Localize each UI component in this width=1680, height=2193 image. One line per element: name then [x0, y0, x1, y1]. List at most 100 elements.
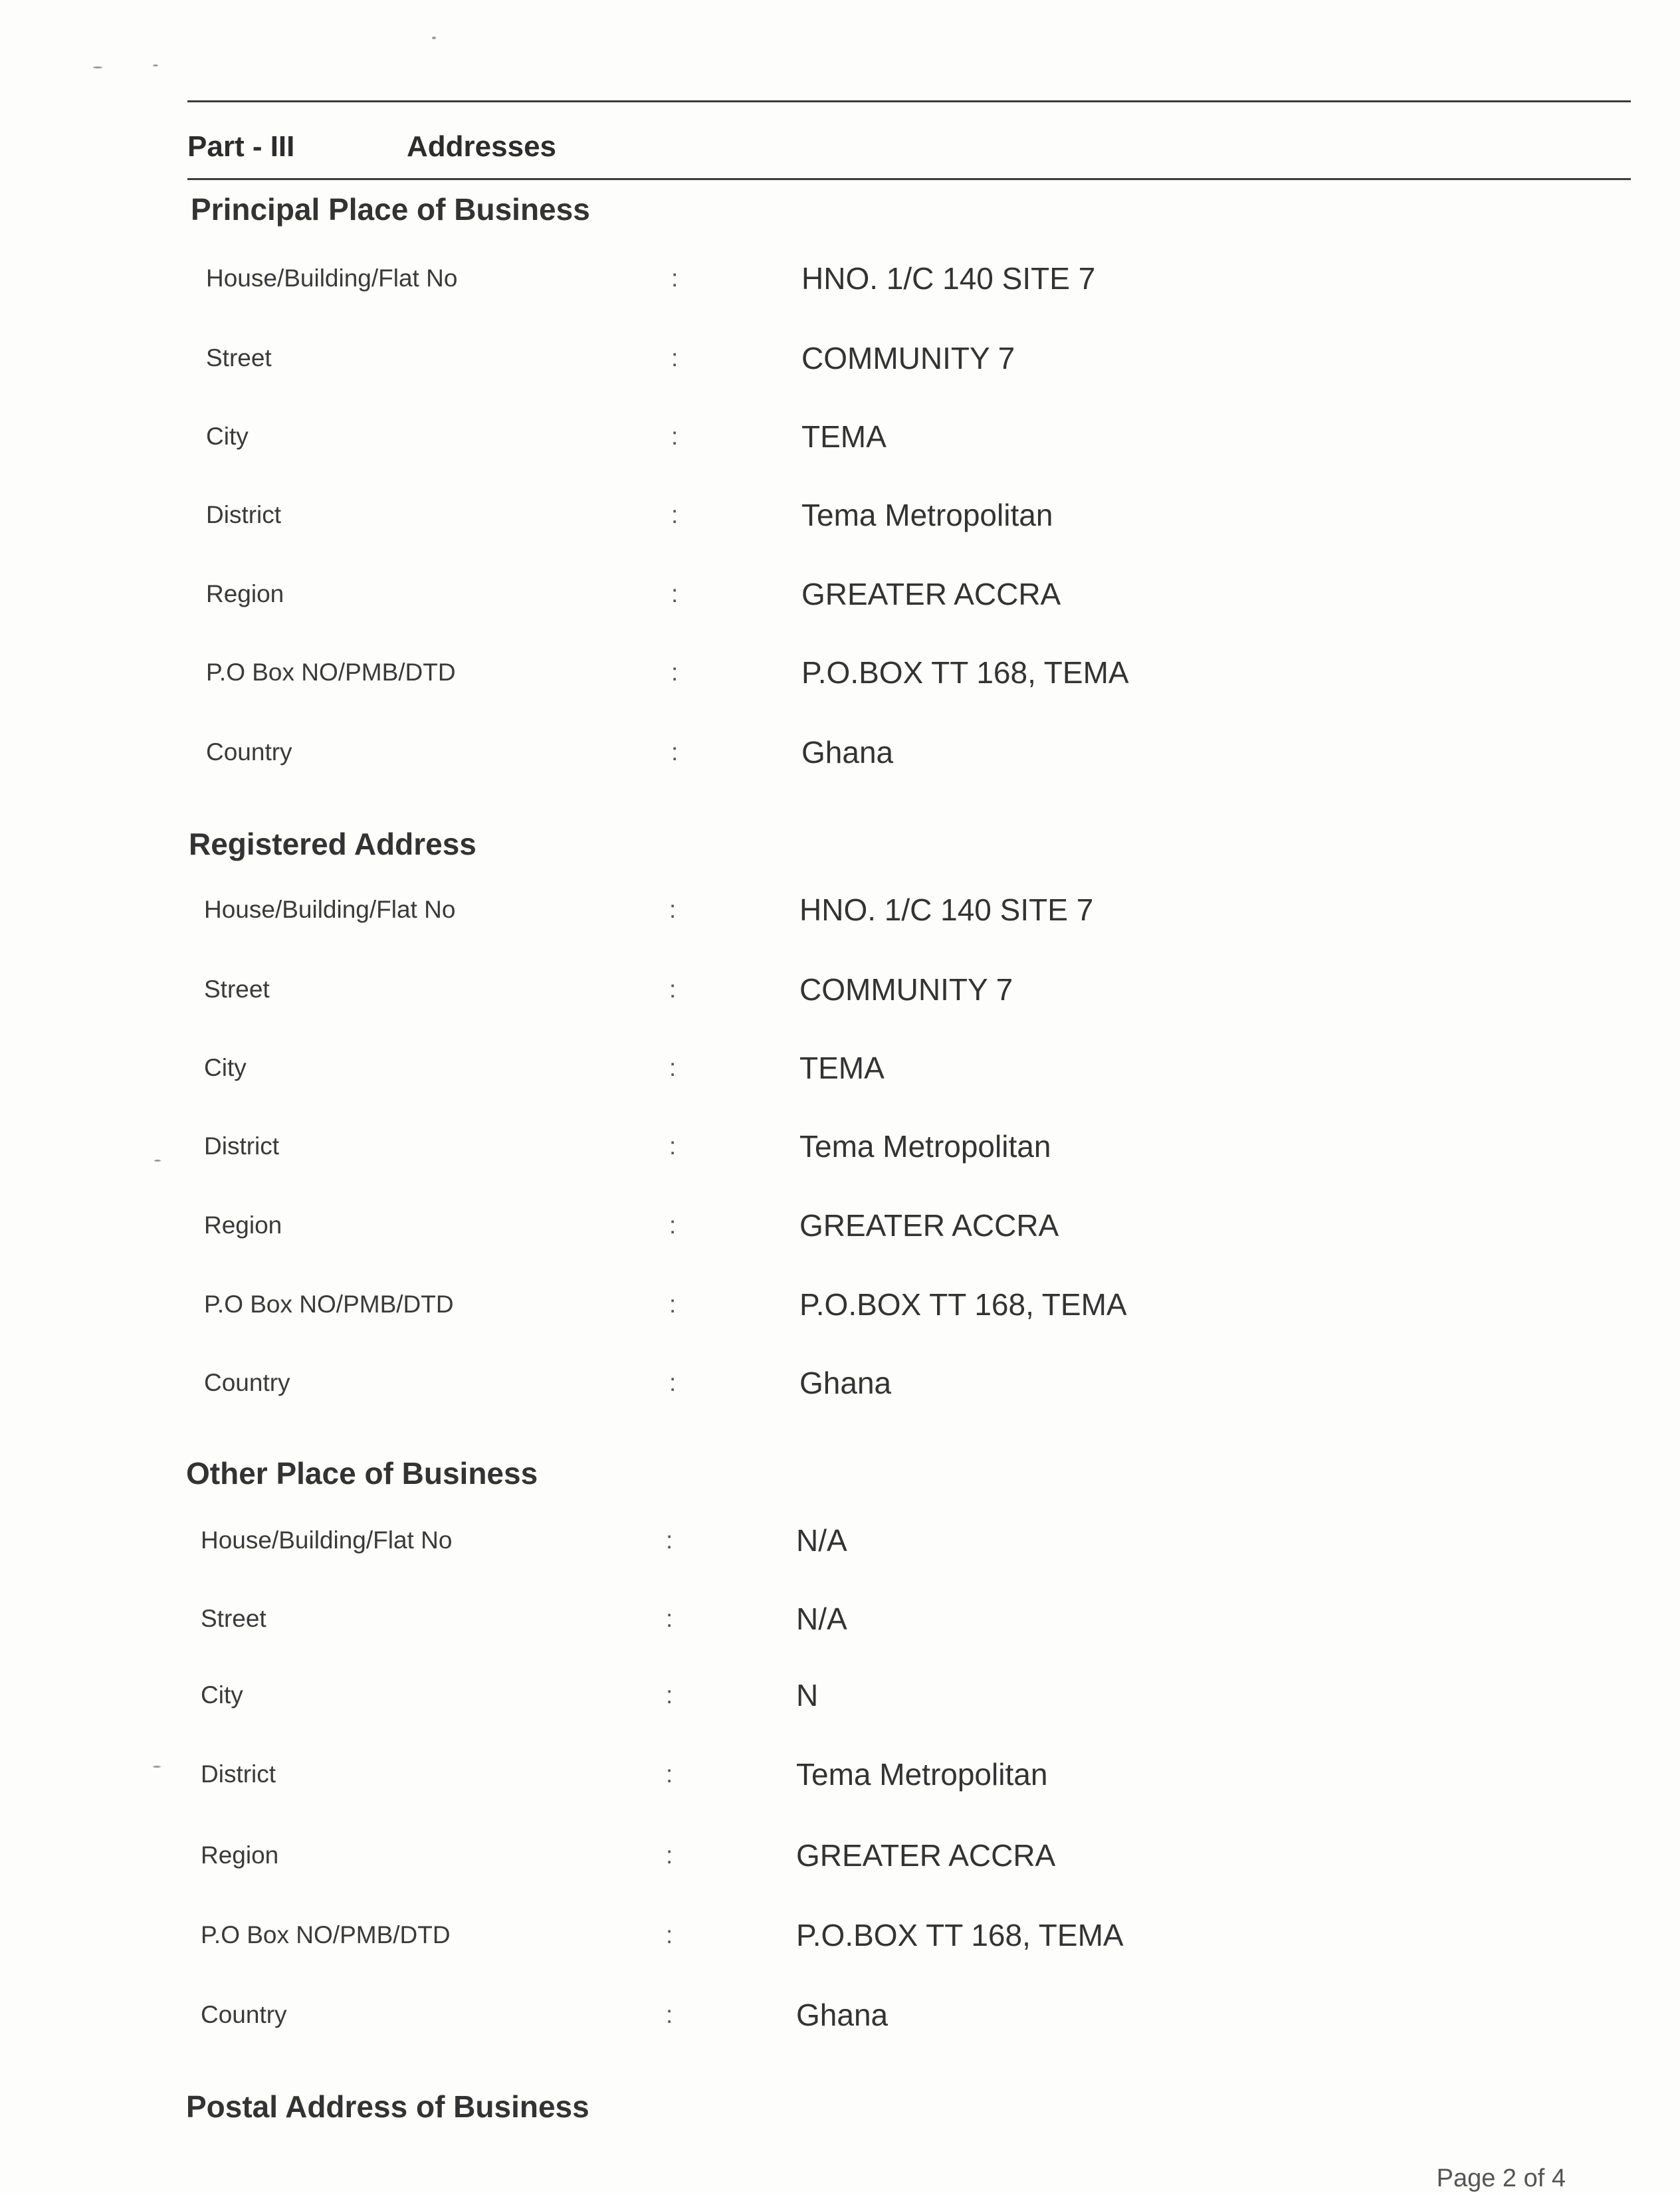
- field-label: City: [206, 423, 249, 450]
- field-colon: :: [671, 659, 679, 686]
- field-label: District: [201, 1760, 276, 1788]
- row-other-pobox: P.O Box NO/PMB/DTD : P.O.BOX TT 168, TEM…: [201, 1918, 1463, 1961]
- field-label: Country: [201, 2001, 287, 2028]
- field-colon: :: [666, 1841, 673, 1869]
- field-value: Ghana: [799, 1366, 892, 1400]
- field-colon: :: [669, 1291, 677, 1318]
- row-principal-pobox: P.O Box NO/PMB/DTD : P.O.BOX TT 168, TEM…: [206, 655, 1469, 698]
- field-label: House/Building/Flat No: [206, 264, 458, 292]
- field-colon: :: [669, 896, 677, 923]
- page-number: Page 2 of 4: [1436, 2164, 1566, 2192]
- field-value: Tema Metropolitan: [799, 1129, 1051, 1164]
- row-other-region: Region : GREATER ACCRA: [201, 1838, 1463, 1881]
- field-label: Region: [206, 580, 284, 607]
- section-heading-registered-address: Registered Address: [189, 827, 476, 861]
- row-registered-district: District : Tema Metropolitan: [204, 1129, 1467, 1172]
- field-label: City: [204, 1054, 247, 1081]
- field-value: COMMUNITY 7: [801, 341, 1015, 375]
- field-label: P.O Box NO/PMB/DTD: [201, 1921, 451, 1948]
- row-registered-house: House/Building/Flat No : HNO. 1/C 140 SI…: [204, 892, 1467, 936]
- field-value: Tema Metropolitan: [796, 1757, 1048, 1792]
- document-page: { "part": { "number": "Part - III", "tit…: [0, 0, 1680, 2193]
- field-label: District: [206, 501, 282, 528]
- field-value: Tema Metropolitan: [801, 498, 1053, 532]
- field-colon: :: [666, 1760, 673, 1788]
- row-other-street: Street : N/A: [201, 1602, 1463, 1645]
- field-label: Street: [206, 344, 272, 371]
- field-colon: :: [666, 1526, 673, 1554]
- scan-speck: [154, 1160, 161, 1162]
- field-label: House/Building/Flat No: [204, 896, 456, 923]
- part-header: Part - III Addresses: [187, 130, 556, 163]
- field-label: Region: [201, 1841, 279, 1869]
- section-heading-postal-address: Postal Address of Business: [186, 2089, 589, 2124]
- row-registered-country: Country : Ghana: [204, 1366, 1467, 1409]
- row-principal-country: Country : Ghana: [206, 735, 1469, 778]
- row-principal-city: City : TEMA: [206, 419, 1469, 463]
- field-label: P.O Box NO/PMB/DTD: [204, 1291, 454, 1318]
- scan-speck: [153, 64, 158, 66]
- field-colon: :: [669, 1369, 677, 1396]
- field-colon: :: [671, 501, 679, 528]
- field-label: Country: [204, 1369, 290, 1396]
- row-principal-district: District : Tema Metropolitan: [206, 498, 1469, 541]
- field-value: GREATER ACCRA: [801, 577, 1061, 611]
- top-rule: [187, 100, 1631, 102]
- field-colon: :: [666, 1921, 673, 1948]
- field-value: P.O.BOX TT 168, TEMA: [799, 1287, 1127, 1322]
- field-value: P.O.BOX TT 168, TEMA: [801, 655, 1129, 690]
- field-colon: :: [671, 344, 679, 371]
- field-colon: :: [671, 738, 679, 766]
- field-value: N/A: [796, 1602, 847, 1636]
- field-value: TEMA: [799, 1051, 885, 1085]
- field-colon: :: [666, 2001, 673, 2028]
- part-title: Addresses: [407, 130, 557, 163]
- field-value: HNO. 1/C 140 SITE 7: [801, 261, 1096, 296]
- section-heading-other-place: Other Place of Business: [186, 1456, 538, 1491]
- field-label: District: [204, 1132, 280, 1160]
- field-value: TEMA: [801, 419, 887, 454]
- row-registered-region: Region : GREATER ACCRA: [204, 1208, 1467, 1251]
- field-label: Street: [204, 976, 270, 1003]
- field-colon: :: [669, 1132, 677, 1160]
- field-value: N: [796, 1678, 819, 1713]
- field-value: GREATER ACCRA: [796, 1838, 1056, 1873]
- field-value: Ghana: [796, 1998, 889, 2032]
- row-other-house: House/Building/Flat No : N/A: [201, 1523, 1463, 1566]
- row-principal-house: House/Building/Flat No : HNO. 1/C 140 SI…: [206, 261, 1469, 304]
- field-value: N/A: [796, 1523, 847, 1558]
- row-principal-region: Region : GREATER ACCRA: [206, 577, 1469, 620]
- row-registered-street: Street : COMMUNITY 7: [204, 972, 1467, 1015]
- field-label: City: [201, 1681, 243, 1709]
- field-label: Street: [201, 1605, 266, 1632]
- row-registered-pobox: P.O Box NO/PMB/DTD : P.O.BOX TT 168, TEM…: [204, 1287, 1467, 1330]
- field-colon: :: [671, 264, 679, 292]
- field-colon: :: [669, 1054, 677, 1081]
- field-value: GREATER ACCRA: [799, 1208, 1059, 1243]
- field-label: House/Building/Flat No: [201, 1526, 453, 1554]
- field-colon: :: [666, 1605, 673, 1632]
- field-colon: :: [671, 580, 679, 607]
- field-value: COMMUNITY 7: [799, 972, 1013, 1007]
- row-other-district: District : Tema Metropolitan: [201, 1757, 1463, 1800]
- part-number: Part - III: [187, 130, 295, 163]
- section-heading-principal-place: Principal Place of Business: [191, 192, 590, 227]
- field-colon: :: [671, 423, 679, 450]
- scan-speck: [153, 1766, 161, 1768]
- field-colon: :: [666, 1681, 673, 1709]
- field-value: Ghana: [801, 735, 894, 770]
- row-principal-street: Street : COMMUNITY 7: [206, 341, 1469, 384]
- field-label: Region: [204, 1211, 282, 1239]
- row-other-country: Country : Ghana: [201, 1998, 1463, 2041]
- field-label: P.O Box NO/PMB/DTD: [206, 659, 456, 686]
- scan-speck: [93, 66, 102, 68]
- field-value: P.O.BOX TT 168, TEMA: [796, 1918, 1124, 1952]
- scan-speck: [432, 37, 436, 39]
- row-other-city: City : N: [201, 1678, 1463, 1721]
- field-colon: :: [669, 1211, 677, 1239]
- field-value: HNO. 1/C 140 SITE 7: [799, 892, 1094, 927]
- row-registered-city: City : TEMA: [204, 1051, 1467, 1094]
- header-underline-rule: [187, 178, 1631, 180]
- field-label: Country: [206, 738, 292, 766]
- field-colon: :: [669, 976, 677, 1003]
